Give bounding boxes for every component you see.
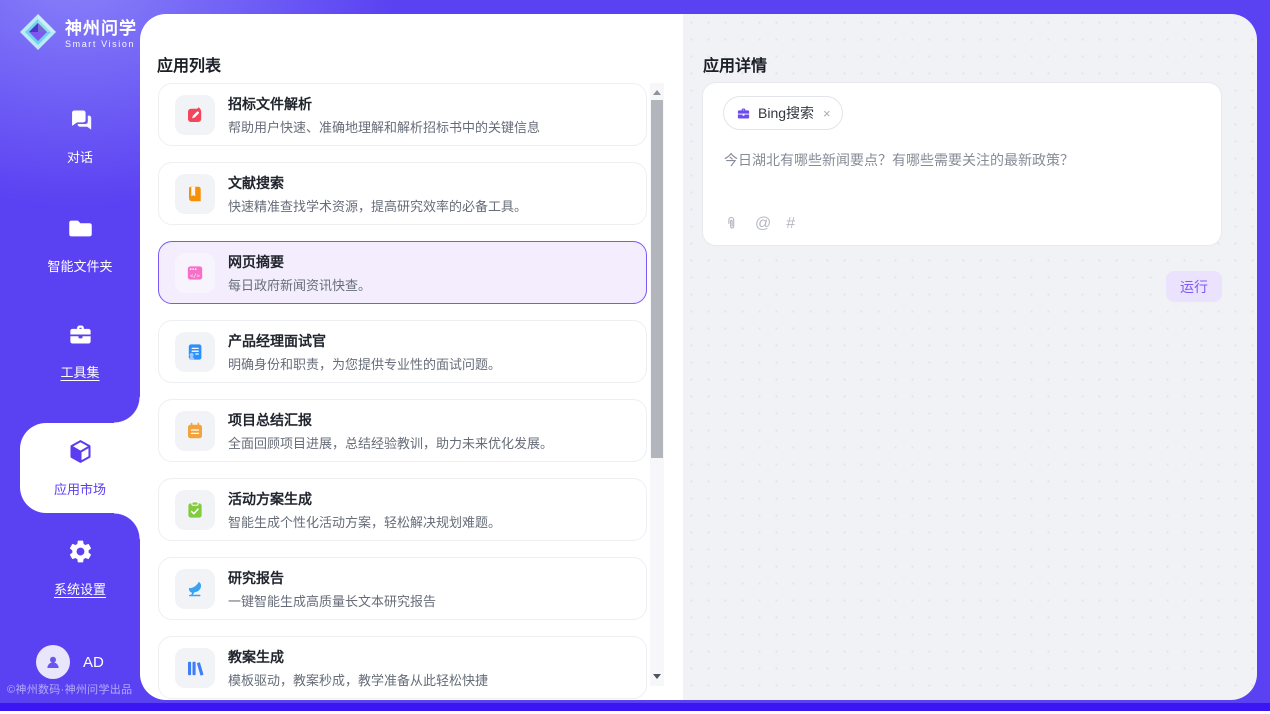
app-list-panel: 应用列表 招标文件解析帮助用户快速、准确地理解和解析招标书中的关键信息文献搜索快… — [140, 14, 683, 700]
app-logo: 神州问学 Smart Vision — [18, 12, 137, 57]
bottom-accent-bar — [0, 703, 1270, 711]
app-description: 一键智能生成高质量长文本研究报告 — [228, 591, 436, 610]
sidebar-footer: ©神州数码·神州问学出品 — [7, 681, 132, 697]
user-row[interactable]: AD — [36, 645, 104, 679]
user-icon — [44, 653, 62, 671]
sidebar-item-label: 智能文件夹 — [47, 256, 112, 275]
sidebar-item-chat[interactable]: 对话 — [20, 93, 140, 179]
attachment-toolbar: @ # — [723, 215, 795, 232]
app-title: 项目总结汇报 — [228, 410, 553, 430]
chat-icon — [67, 106, 94, 138]
browser-icon: </> — [175, 253, 215, 293]
run-row: 运行 — [702, 271, 1222, 302]
app-list-item-event-plan[interactable]: 活动方案生成智能生成个性化活动方案，轻松解决规划难题。 — [158, 478, 647, 541]
sidebar: 神州问学 Smart Vision 对话智能文件夹工具集应用市场系统设置 AD … — [0, 0, 140, 714]
app-title: 活动方案生成 — [228, 489, 501, 509]
app-list-item-research-report[interactable]: 研究报告一键智能生成高质量长文本研究报告 — [158, 557, 647, 620]
scroll-down-icon[interactable] — [653, 674, 661, 679]
app-list-item-web-digest[interactable]: </> 网页摘要每日政府新闻资讯快查。 — [158, 241, 647, 304]
query-input[interactable]: 今日湖北有哪些新闻要点？有哪些需要关注的最新政策？ — [724, 150, 1201, 171]
app-list-item-project-summary[interactable]: 项目总结汇报全面回顾项目进展，总结经验教训，助力未来优化发展。 — [158, 399, 647, 462]
books-icon — [175, 648, 215, 688]
logo-diamond-icon — [18, 12, 58, 57]
app-list-scrollbar[interactable] — [650, 83, 664, 686]
app-description: 模板驱动，教案秒成，教学准备从此轻松快捷 — [228, 670, 488, 689]
user-name: AD — [83, 654, 104, 671]
mention-icon[interactable]: @ — [755, 216, 771, 232]
interview-icon — [175, 332, 215, 372]
avatar[interactable] — [36, 645, 70, 679]
app-title: 产品经理面试官 — [228, 331, 501, 351]
sidebar-item-label: 应用市场 — [54, 479, 106, 498]
prompt-card: Bing搜索 × 今日湖北有哪些新闻要点？有哪些需要关注的最新政策？ @ # — [702, 82, 1222, 246]
plan-icon — [175, 490, 215, 530]
briefcase-icon — [736, 106, 751, 121]
paperclip-icon[interactable] — [723, 215, 740, 232]
app-list-item-tender-analysis[interactable]: 招标文件解析帮助用户快速、准确地理解和解析招标书中的关键信息 — [158, 83, 647, 146]
sidebar-item-toolset[interactable]: 工具集 — [20, 308, 140, 394]
app-list-item-pm-interviewer[interactable]: 产品经理面试官明确身份和职责，为您提供专业性的面试问题。 — [158, 320, 647, 383]
tender-icon — [175, 95, 215, 135]
sidebar-item-label: 系统设置 — [54, 579, 106, 598]
scroll-up-icon[interactable] — [653, 90, 661, 95]
app-detail-panel: 应用详情 Bing搜索 × 今日湖北有哪些新闻要点？有哪些需要关注的最新政策？ … — [683, 14, 1257, 700]
sidebar-item-system-settings[interactable]: 系统设置 — [20, 525, 140, 611]
app-list-title: 应用列表 — [157, 52, 221, 76]
app-description: 快速精准查找学术资源，提高研究效率的必备工具。 — [228, 196, 527, 215]
app-title: 研究报告 — [228, 568, 436, 588]
app-description: 智能生成个性化活动方案，轻松解决规划难题。 — [228, 512, 501, 531]
folder-icon — [67, 215, 94, 247]
app-list: 招标文件解析帮助用户快速、准确地理解和解析招标书中的关键信息文献搜索快速精准查找… — [158, 83, 647, 700]
hashtag-icon[interactable]: # — [786, 216, 795, 232]
app-description: 全面回顾项目进展，总结经验教训，助力未来优化发展。 — [228, 433, 553, 452]
sidebar-item-label: 工具集 — [60, 362, 99, 381]
summary-icon — [175, 411, 215, 451]
app-title: 招标文件解析 — [228, 94, 540, 114]
app-description: 每日政府新闻资讯快查。 — [228, 275, 371, 294]
cube-icon — [67, 438, 94, 470]
scrollbar-thumb[interactable] — [651, 100, 663, 458]
app-list-item-literature-search[interactable]: 文献搜索快速精准查找学术资源，提高研究效率的必备工具。 — [158, 162, 647, 225]
app-title: 文献搜索 — [228, 173, 527, 193]
app-title: 教案生成 — [228, 647, 488, 667]
app-description: 明确身份和职责，为您提供专业性的面试问题。 — [228, 354, 501, 373]
content-shell: 应用列表 招标文件解析帮助用户快速、准确地理解和解析招标书中的关键信息文献搜索快… — [140, 14, 1257, 700]
tag-close-icon[interactable]: × — [823, 106, 831, 121]
sidebar-item-smart-folders[interactable]: 智能文件夹 — [20, 202, 140, 288]
logo-subtitle: Smart Vision — [65, 39, 137, 49]
app-description: 帮助用户快速、准确地理解和解析招标书中的关键信息 — [228, 117, 540, 136]
app-title: 网页摘要 — [228, 252, 371, 272]
sidebar-item-label: 对话 — [67, 147, 93, 166]
app-detail-title: 应用详情 — [703, 52, 767, 76]
sidebar-item-app-market[interactable]: 应用市场 — [20, 423, 140, 513]
tag-label: Bing搜索 — [758, 103, 814, 123]
run-button[interactable]: 运行 — [1166, 271, 1222, 302]
gear-icon — [67, 538, 94, 570]
svg-text:</>: </> — [190, 273, 201, 279]
app-list-item-lesson-plan[interactable]: 教案生成模板驱动，教案秒成，教学准备从此轻松快捷 — [158, 636, 647, 699]
book-icon — [175, 174, 215, 214]
toolbox-icon — [67, 321, 94, 353]
logo-title: 神州问学 — [65, 20, 137, 39]
bing-search-tag[interactable]: Bing搜索 × — [723, 96, 843, 130]
research-icon — [175, 569, 215, 609]
